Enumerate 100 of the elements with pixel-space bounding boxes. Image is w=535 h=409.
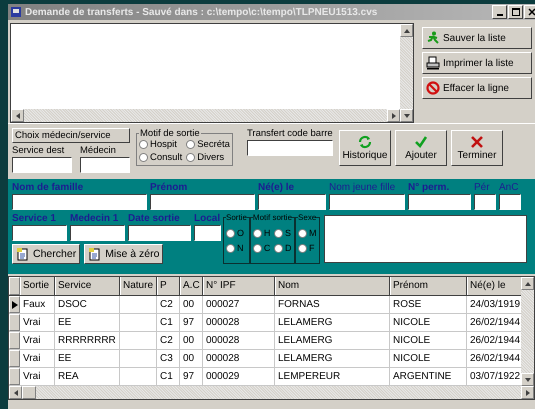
table-cell: Vrai [20,368,55,385]
up-arrow-icon [524,280,532,286]
scroll-left-button[interactable] [11,109,24,122]
scroll-down-button[interactable] [400,109,413,122]
radio-button[interactable]: N [226,243,247,253]
radio-button[interactable]: C [252,243,271,253]
group-title: Sortie [226,213,247,222]
row-indicator[interactable] [9,296,20,313]
field-label: N° perm. [408,182,450,193]
minimize-button[interactable] [492,5,507,19]
field-label: Transfert code barre [246,128,333,139]
running-figure-icon [426,31,440,45]
radio-button[interactable]: Consult [139,152,182,163]
checkmark-icon [414,135,428,149]
input-field[interactable] [150,194,255,210]
input-field[interactable] [12,157,72,173]
toolbar-button[interactable]: Historique [338,130,391,166]
toolbar-button[interactable]: Terminer [450,130,503,166]
toolbar-button[interactable]: Effacer la ligne [422,77,532,99]
table-cell: RRRRRRRR [55,332,120,349]
field-label: Né(e) le [258,182,296,193]
field-label: Nom jeune fille [329,182,396,193]
column-header[interactable]: A.C [180,277,203,295]
radio-button[interactable]: Secréta [186,139,230,150]
scrollbar[interactable] [521,277,534,386]
left-arrow-icon [14,112,20,120]
input-field[interactable] [128,225,191,241]
cross-icon [470,135,484,149]
column-header[interactable]: Prénom [390,277,467,295]
no-entry-icon [426,81,440,95]
field-label: Service 1 [12,213,57,224]
scroll-left-button[interactable] [9,386,22,399]
group-title: Motif de sortie [139,128,201,139]
text-area[interactable] [10,23,414,123]
text-area[interactable] [324,215,527,263]
radio-button[interactable]: M [298,228,317,238]
maximize-button[interactable] [508,5,523,19]
scroll-thumb[interactable] [22,386,36,399]
scrollbar[interactable] [11,109,400,122]
column-header[interactable]: Service [55,277,120,295]
scroll-down-button[interactable] [521,373,534,386]
table-cell: FORNAS [275,296,390,313]
input-field[interactable] [246,140,333,156]
group-title: Sexe [298,213,316,222]
column-header[interactable]: N° IPF [203,277,275,295]
radio-button[interactable]: O [226,228,247,238]
scrollbar[interactable] [400,24,413,122]
table-cell: ROSE [390,296,467,313]
toolbar-button[interactable]: Sauver la liste [422,27,532,49]
column-header[interactable]: Nature [120,277,157,295]
table-cell: Faux [20,296,55,313]
table-cell: LELAMERG [275,314,390,331]
document-icon [88,247,102,261]
field-label: Prénom [150,182,188,193]
toolbar-button[interactable]: Chercher [12,244,80,264]
left-arrow-icon [12,388,18,396]
table-cell: EE [55,350,120,367]
input-field[interactable] [70,225,125,241]
table-cell: REA [55,368,120,385]
table-cell: 000029 [203,368,275,385]
input-field[interactable] [329,194,405,210]
column-header[interactable]: P [157,277,180,295]
field-label: Médecin [80,145,117,156]
scroll-right-button[interactable] [387,109,400,122]
input-field[interactable] [474,194,496,210]
table-cell: 000027 [203,296,275,313]
close-button[interactable] [524,5,535,19]
toolbar-button[interactable]: Mise à zéro [84,244,164,264]
radio-button[interactable]: H [252,228,271,238]
toolbar-button[interactable]: Ajouter [394,130,447,166]
table-cell: Vrai [20,314,55,331]
window-title: Demande de transferts - Sauvé dans : c:\tempo\c:\tempo\TLPNEU1513.cvs [25,6,378,18]
column-header[interactable]: Sortie [20,277,55,295]
field-label: Medecin 1 [70,213,120,224]
input-field[interactable] [499,194,521,210]
input-field[interactable] [258,194,326,210]
toolbar-button[interactable]: Imprimer la liste [422,52,532,74]
choose-doctor-button[interactable]: Choix médecin/service [12,128,130,143]
table-cell: C1 [157,314,180,331]
table-cell: 97 [180,314,203,331]
right-arrow-icon [524,388,530,396]
close-icon [528,8,535,16]
radio-button[interactable]: Hospit [139,139,182,150]
input-field[interactable] [194,225,221,241]
radio-button[interactable]: Divers [186,152,230,163]
column-header[interactable]: Nom [275,277,390,295]
input-field[interactable] [12,194,147,210]
radio-button[interactable]: F [298,243,317,253]
radio-button[interactable]: S [274,228,292,238]
table-cell: NICOLE [390,350,467,367]
scrollbar[interactable] [9,386,534,399]
scroll-up-button[interactable] [400,24,413,37]
scroll-right-button[interactable] [521,386,534,399]
table-cell: C2 [157,332,180,349]
radio-button[interactable]: D [274,243,292,253]
table-cell: 000028 [203,314,275,331]
input-field[interactable] [12,225,67,241]
input-field[interactable] [408,194,471,210]
scroll-up-button[interactable] [521,277,534,290]
input-field[interactable] [80,157,130,173]
